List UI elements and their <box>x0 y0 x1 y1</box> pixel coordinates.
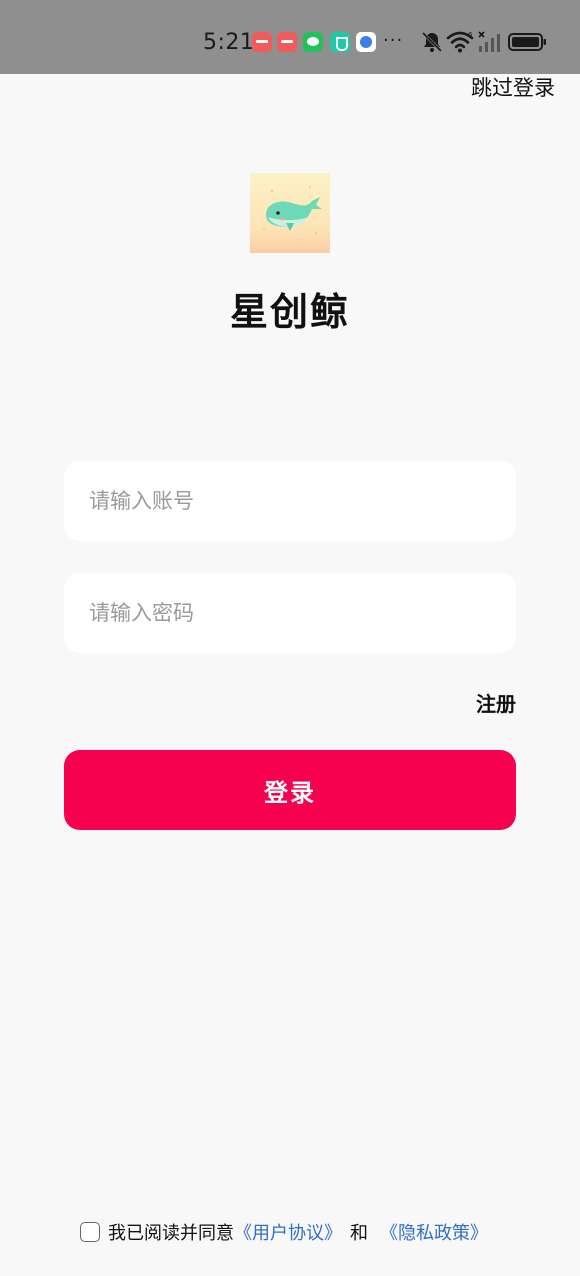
security-icon <box>330 32 350 52</box>
bell-off-icon <box>421 31 443 53</box>
password-input[interactable] <box>64 573 516 653</box>
whale-logo-icon <box>250 173 330 253</box>
battery-icon <box>508 33 546 51</box>
status-time: 5:21 <box>203 30 255 55</box>
browser-icon <box>356 32 376 52</box>
login-button[interactable]: 登录 <box>64 750 516 830</box>
account-input[interactable] <box>64 461 516 541</box>
signal-icon <box>478 31 500 52</box>
privacy-policy-link[interactable]: 《隐私政策》 <box>380 1219 488 1245</box>
skip-login-button[interactable]: 跳过登录 <box>471 72 555 102</box>
agreement-and: 和 <box>350 1223 368 1244</box>
more-notifications: ··· <box>383 30 404 51</box>
app-notification-icon <box>277 32 297 52</box>
status-bar: 5:21 ··· 6 <box>0 0 580 74</box>
user-agreement-link[interactable]: 《用户协议》 <box>234 1219 342 1245</box>
svg-text:6: 6 <box>468 31 473 39</box>
wifi-icon: 6 <box>446 31 474 53</box>
login-screen: 5:21 ··· 6 跳过登录 星创鲸 请输入账号 注册 登录 我已阅读并同意 … <box>0 0 580 1276</box>
agreement-prefix: 我已阅读并同意 <box>108 1223 234 1244</box>
wechat-icon <box>303 32 323 52</box>
app-name: 星创鲸 <box>229 290 350 334</box>
app-notification-icon <box>252 32 272 52</box>
agreement-checkbox[interactable] <box>80 1222 100 1242</box>
agreement-row: 我已阅读并同意 《用户协议》 和 《隐私政策》 <box>80 1218 488 1246</box>
register-button[interactable]: 注册 <box>476 688 516 717</box>
